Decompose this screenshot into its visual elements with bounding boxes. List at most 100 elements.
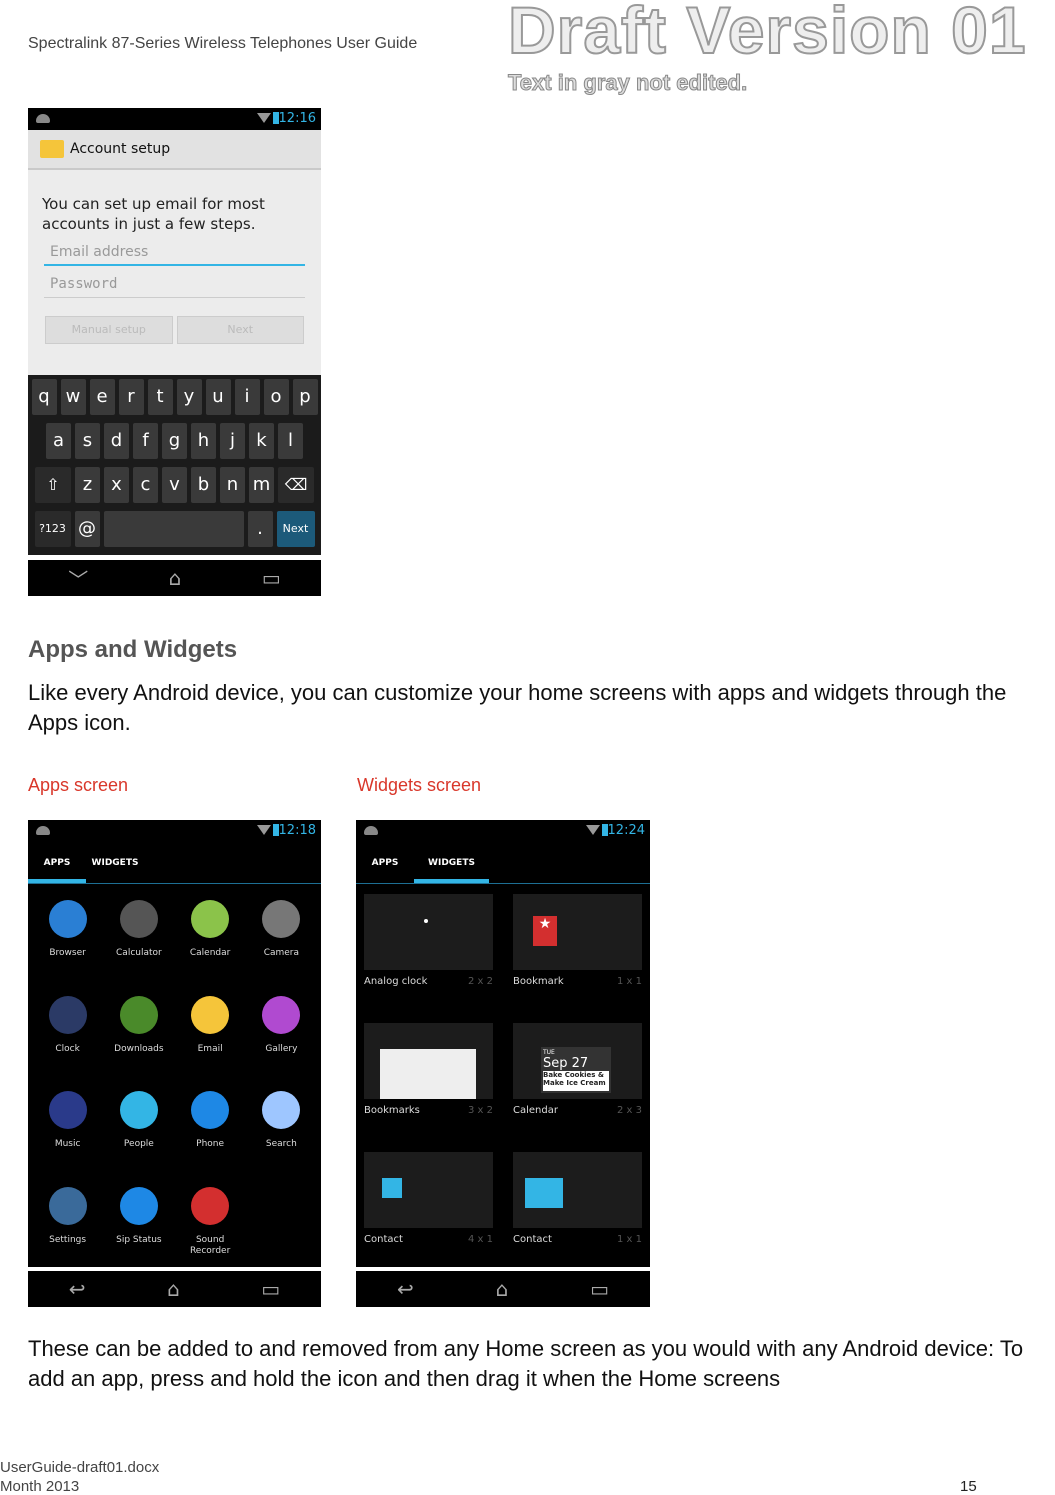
widget-item[interactable]: Contact 1 x 1 (513, 1152, 642, 1267)
widget-item[interactable]: Bookmarks 3 x 2 (364, 1023, 493, 1138)
tab-apps[interactable]: APPS (356, 842, 414, 883)
key[interactable]: o (263, 379, 289, 415)
tab-apps[interactable]: APPS (28, 842, 86, 883)
key[interactable]: b (191, 467, 216, 503)
app-item[interactable]: Sound Recorder (175, 1186, 246, 1268)
app-item[interactable]: Calendar (175, 900, 246, 970)
status-bar: 12:16 (28, 108, 321, 130)
widget-preview: TUE Sep 27 Bake Cookies & Make Ice Cream (513, 1023, 642, 1099)
outro-paragraph: These can be added to and removed from a… (28, 1336, 1024, 1391)
key[interactable] (103, 511, 244, 547)
key[interactable]: h (191, 423, 216, 459)
key[interactable]: ⇧ (35, 467, 71, 503)
watermark-note: Text in gray not edited. (507, 70, 748, 96)
home-icon[interactable]: ⌂ (167, 1277, 180, 1301)
key[interactable]: n (220, 467, 245, 503)
widget-size: 3 x 2 (468, 1105, 493, 1116)
recents-icon[interactable]: ▭ (262, 566, 281, 590)
app-label: Downloads (114, 1043, 164, 1054)
app-item[interactable]: Browser (32, 900, 103, 970)
draft-watermark: Draft Version 01 (507, 0, 1027, 68)
key[interactable]: s (75, 423, 100, 459)
clock-icon (48, 995, 87, 1034)
clock: 12:16 (278, 111, 316, 126)
bookmarks-thumbnails (380, 1049, 476, 1099)
app-item[interactable]: Downloads (103, 995, 174, 1066)
app-item[interactable]: Camera (246, 900, 317, 970)
wifi-icon (257, 825, 271, 835)
widget-size: 1 x 1 (617, 1234, 642, 1245)
manual-setup-button[interactable]: Manual setup (45, 316, 173, 344)
wifi-icon (586, 825, 600, 835)
app-item[interactable]: Calculator (103, 900, 174, 970)
key[interactable]: Next (276, 511, 315, 547)
app-label: Gallery (265, 1043, 298, 1054)
app-item[interactable]: Search (246, 1091, 317, 1161)
app-item[interactable]: Gallery (246, 995, 317, 1066)
app-item[interactable]: Phone (175, 1091, 246, 1161)
key[interactable]: x (104, 467, 129, 503)
app-item[interactable]: Email (175, 995, 246, 1066)
key[interactable]: a (46, 423, 71, 459)
back-icon[interactable]: ↩ (69, 1277, 86, 1301)
recents-icon[interactable]: ▭ (590, 1277, 609, 1301)
key[interactable]: c (133, 467, 158, 503)
widget-item[interactable]: Analog clock 2 x 2 (364, 894, 493, 1009)
key[interactable]: @ (74, 511, 100, 547)
app-item[interactable]: Clock (32, 995, 103, 1066)
widget-item[interactable]: ★ Bookmark 1 x 1 (513, 894, 642, 1009)
key[interactable]: . (247, 511, 273, 547)
keyboard: q w e r t y u i o p a s d f g h j k l ⇧ z x c v b n m ⌫ ?123 @. Next (28, 375, 321, 555)
key[interactable]: ?123 (34, 511, 71, 547)
setup-message: You can set up email for most accounts i… (42, 195, 265, 233)
key[interactable]: y (176, 379, 202, 415)
key[interactable]: q (31, 379, 57, 415)
key[interactable]: d (104, 423, 129, 459)
widgets-screen-caption: Widgets screen (357, 775, 482, 795)
android-icon (36, 114, 50, 123)
key[interactable]: f (133, 423, 158, 459)
key[interactable]: g (162, 423, 187, 459)
app-label: People (123, 1139, 154, 1149)
app-item[interactable]: Music (32, 1091, 103, 1161)
tab-widgets[interactable]: WIDGETS (414, 842, 489, 883)
hide-keyboard-icon[interactable]: ﹀ (68, 564, 88, 593)
key[interactable]: p (292, 379, 318, 415)
password-field[interactable]: Password (44, 270, 305, 298)
key[interactable]: e (89, 379, 115, 415)
key[interactable]: w (60, 379, 86, 415)
email-field[interactable]: Email address (44, 238, 305, 266)
home-icon[interactable]: ⌂ (169, 566, 182, 590)
camera-icon (262, 900, 301, 938)
key[interactable]: u (205, 379, 231, 415)
tab-widgets[interactable]: WIDGETS (86, 842, 144, 883)
android-icon (364, 826, 378, 835)
key[interactable]: l (278, 423, 303, 459)
gallery-icon (262, 995, 301, 1034)
key[interactable]: z (75, 467, 100, 503)
home-icon[interactable]: ⌂ (496, 1277, 509, 1301)
key[interactable]: i (234, 379, 260, 415)
app-item[interactable]: People (103, 1091, 174, 1161)
key[interactable]: k (249, 423, 274, 459)
back-icon[interactable]: ↩ (397, 1277, 414, 1301)
next-button[interactable]: Next (176, 316, 304, 344)
analog-clock-icon (424, 919, 428, 923)
widget-preview: ★ (513, 894, 642, 970)
status-bar: 12:24 (356, 820, 650, 842)
app-item[interactable]: Settings (32, 1186, 103, 1268)
widget-item[interactable]: TUE Sep 27 Bake Cookies & Make Ice Cream Ca… (513, 1023, 642, 1138)
widget-item[interactable]: Contact 4 x 1 (364, 1152, 493, 1267)
key[interactable]: ⌫ (278, 467, 314, 503)
key[interactable]: t (147, 379, 173, 415)
apps-grid: Browser Calculator Calendar Camera Clock Down… (28, 884, 321, 1267)
app-item[interactable]: Sip Status (103, 1186, 174, 1268)
nav-bar: ↩ ⌂ ▭ (28, 1271, 321, 1307)
recents-icon[interactable]: ▭ (261, 1277, 280, 1301)
screen-title: Account setup (70, 141, 171, 157)
key[interactable]: m (249, 467, 274, 503)
key[interactable]: r (118, 379, 144, 415)
key[interactable]: j (220, 423, 245, 459)
apps-screenshot: 12:18 APPS WIDGETS Browser Calculator Calen… (28, 820, 321, 1307)
key[interactable]: v (162, 467, 187, 503)
